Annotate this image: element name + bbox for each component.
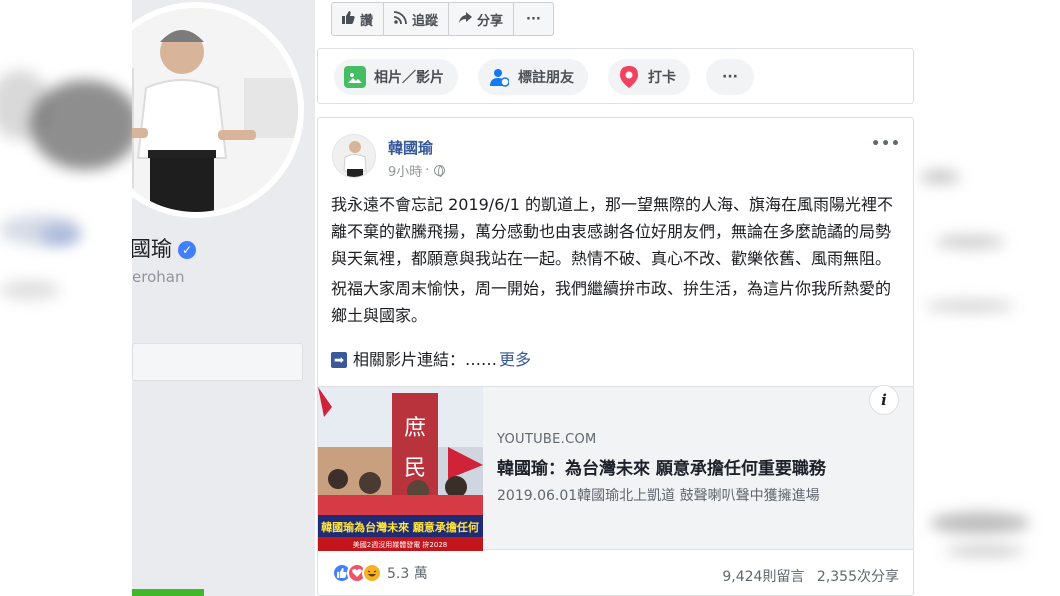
blurred-right-background (915, 0, 1060, 596)
profile-handle: erohan (132, 268, 185, 286)
thumbs-up-icon (342, 10, 355, 28)
tag-friends-button[interactable]: 標註朋友 (478, 59, 588, 95)
thumb-ticker-text: 美國2週沒用媒體發電 拚2028 (353, 540, 448, 549)
post-options-button[interactable]: ••• (871, 136, 901, 152)
blurred-left-background (0, 0, 132, 596)
profile-nav-box[interactable] (132, 343, 303, 381)
related-video-line: ➡ 相關影片連結：…… 更多 (331, 346, 531, 373)
verified-check-icon: ✓ (178, 241, 196, 259)
tag-person-icon (488, 66, 510, 88)
follow-label: 追蹤 (412, 13, 439, 29)
follow-button[interactable]: 追蹤 (384, 3, 450, 35)
link-preview-card[interactable]: 庶 民 韓國瑜為台灣未來 願意承擔任何 美國2週沒用媒體發電 拚2028 i Y… (318, 385, 913, 551)
post-card: 韓國瑜 9小時 · ••• 我永遠不會忘記 2019/6/1 的凱道上，那一望無… (317, 117, 914, 596)
photo-video-label: 相片／影片 (374, 70, 444, 86)
green-action-button[interactable] (132, 589, 204, 596)
page-action-bar: 讚 追蹤 分享 ··· (331, 2, 554, 36)
thumb-banner-text: 韓國瑜為台灣未來 願意承擔任何 (321, 520, 479, 534)
reaction-count: 5.3 萬 (387, 566, 428, 582)
info-icon[interactable]: i (869, 385, 899, 415)
haha-reaction-icon (362, 563, 382, 583)
globe-icon (434, 165, 446, 177)
photo-video-button[interactable]: 相片／影片 (334, 59, 458, 95)
share-button[interactable]: 分享 (449, 3, 515, 35)
check-in-label: 打卡 (648, 70, 676, 86)
arrow-right-box-icon: ➡ (331, 351, 347, 368)
profile-avatar[interactable] (132, 2, 304, 218)
reactions-summary[interactable]: 5.3 萬 (332, 563, 428, 583)
post-paragraph-2: 祝福大家周末愉快，周一開始，我們繼續拚市政、拚生活，為這片你我所熱愛的鄉土與國家… (331, 279, 892, 325)
post-author-avatar[interactable] (332, 134, 376, 178)
profile-name[interactable]: 國瑜 ✓ (132, 233, 196, 263)
photo-icon (344, 66, 366, 88)
post-paragraph-1: 我永遠不會忘記 2019/6/1 的凱道上，那一望無際的人海、旗海在風雨陽光裡不… (331, 195, 894, 268)
share-arrow-icon (459, 11, 473, 28)
like-button[interactable]: 讚 (332, 3, 385, 35)
link-preview-description: 2019.06.01韓國瑜北上凱道 鼓聲喇叭聲中獲擁進場 (497, 488, 820, 504)
post-author-name[interactable]: 韓國瑜 (388, 137, 433, 158)
related-video-label: 相關影片連結：…… (353, 350, 498, 369)
profile-photo (132, 8, 298, 212)
thumb-flag-text-2: 民 (404, 456, 426, 481)
composer-more-button[interactable]: ··· (706, 59, 754, 95)
see-more-link[interactable]: 更多 (499, 346, 531, 373)
check-in-button[interactable]: 打卡 (608, 59, 690, 95)
share-label: 分享 (477, 13, 504, 29)
like-label: 讚 (360, 13, 374, 29)
tag-friends-label: 標註朋友 (518, 70, 574, 86)
profile-column: 國瑜 ✓ erohan (132, 0, 315, 596)
comment-count[interactable]: 9,424則留言 (722, 569, 804, 585)
location-pin-icon (618, 66, 640, 88)
post-timestamp[interactable]: 9小時 · (388, 161, 446, 180)
post-time-separator: · (425, 163, 430, 178)
composer-more-label: ··· (722, 69, 738, 85)
share-count[interactable]: 2,355次分享 (817, 569, 899, 585)
engagement-stats: 9,424則留言 2,355次分享 (722, 566, 899, 586)
more-actions-label: ··· (526, 11, 541, 27)
composer-card: 相片／影片 標註朋友 打卡 ··· (317, 48, 914, 104)
link-preview-thumbnail[interactable]: 庶 民 韓國瑜為台灣未來 願意承擔任何 美國2週沒用媒體發電 拚2028 (318, 387, 483, 551)
post-time-text: 9小時 (388, 165, 423, 180)
rss-icon (393, 10, 407, 28)
link-preview-domain: YOUTUBE.COM (497, 432, 597, 447)
thumb-flag-text-1: 庶 (404, 416, 426, 441)
post-body: 我永遠不會忘記 2019/6/1 的凱道上，那一望無際的人海、旗海在風雨陽光裡不… (331, 191, 901, 332)
profile-name-text: 國瑜 (132, 237, 172, 261)
link-preview-title[interactable]: 韓國瑜：為台灣未來 願意承擔任何重要職務 (497, 454, 826, 479)
more-actions-button[interactable]: ··· (514, 3, 553, 35)
